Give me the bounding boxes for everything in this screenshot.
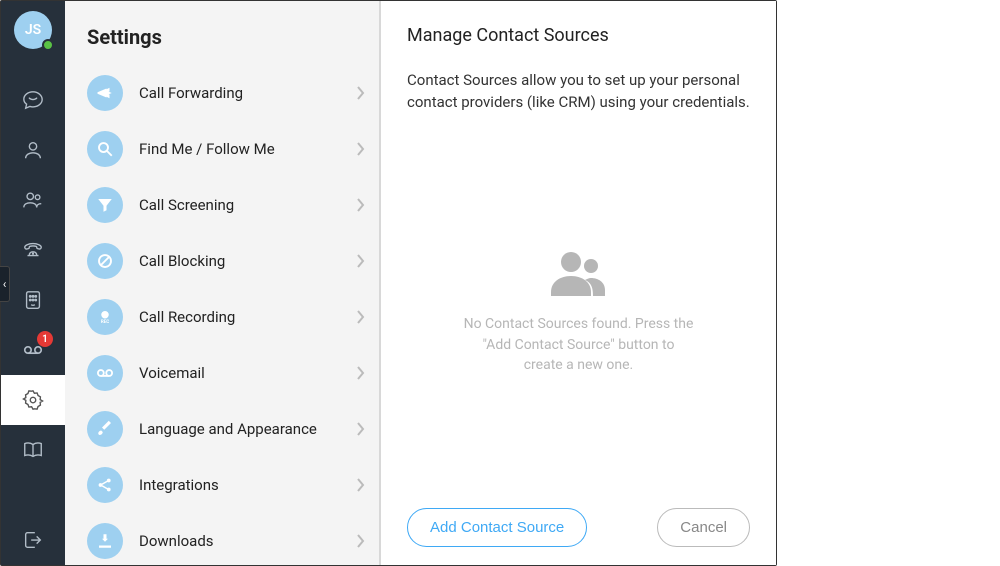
download-icon (87, 523, 123, 559)
book-icon (22, 439, 44, 461)
rail-item-settings[interactable] (1, 375, 65, 425)
settings-item-label: Find Me / Follow Me (139, 140, 357, 158)
settings-item-label: Call Recording (139, 308, 357, 326)
status-indicator (42, 39, 54, 51)
voicemail-circle-icon (87, 355, 123, 391)
people-icon (549, 250, 609, 296)
cancel-button[interactable]: Cancel (657, 508, 750, 547)
settings-item-label: Call Blocking (139, 252, 357, 270)
settings-item-integrations[interactable]: Integrations (65, 457, 379, 513)
settings-item-label: Call Screening (139, 196, 357, 214)
add-contact-source-button[interactable]: Add Contact Source (407, 508, 587, 547)
logout-icon (22, 529, 44, 551)
settings-item-call-forwarding[interactable]: Call Forwarding (65, 65, 379, 121)
rail-item-guide[interactable] (1, 425, 65, 475)
chat-bubble-icon (22, 89, 44, 111)
empty-text-line: No Contact Sources found. Press the (464, 314, 694, 334)
detail-description: Contact Sources allow you to set up your… (407, 70, 750, 114)
chevron-right-icon (357, 366, 365, 380)
chevron-right-icon (357, 142, 365, 156)
settings-item-label: Voicemail (139, 364, 357, 382)
chevron-right-icon (357, 198, 365, 212)
rail-item-chat[interactable] (1, 75, 65, 125)
person-icon (22, 139, 44, 161)
settings-title: Settings (65, 1, 379, 65)
chevron-right-icon (357, 478, 365, 492)
settings-item-label: Downloads (139, 532, 357, 550)
settings-item-label: Call Forwarding (139, 84, 357, 102)
settings-item-downloads[interactable]: Downloads (65, 513, 379, 565)
svg-text:REC: REC (101, 319, 109, 325)
empty-text-line: "Add Contact Source" button to (464, 335, 694, 355)
action-row: Add Contact Source Cancel (407, 492, 750, 547)
rail-item-contact[interactable] (1, 125, 65, 175)
rail-item-voicemail[interactable]: 1 (1, 325, 65, 375)
detail-title: Manage Contact Sources (407, 25, 750, 46)
settings-panel: Settings Call Forwarding Find Me / Follo… (65, 1, 381, 565)
record-icon: REC (87, 299, 123, 335)
rail-item-dialer[interactable] (1, 275, 65, 325)
filter-icon (87, 187, 123, 223)
app-rail: JS 1 ‹ (1, 1, 65, 565)
settings-item-recording[interactable]: REC Call Recording (65, 289, 379, 345)
chevron-right-icon (357, 86, 365, 100)
brush-icon (87, 411, 123, 447)
share-icon (87, 467, 123, 503)
empty-text-line: create a new one. (464, 355, 694, 375)
forward-icon (87, 75, 123, 111)
search-icon (87, 131, 123, 167)
settings-item-label: Integrations (139, 476, 357, 494)
phone-classic-icon (22, 239, 44, 261)
gear-icon (22, 389, 44, 411)
avatar[interactable]: JS (14, 11, 52, 49)
dialpad-phone-icon (22, 289, 44, 311)
rail-item-phone[interactable] (1, 225, 65, 275)
chevron-right-icon (357, 422, 365, 436)
settings-item-screening[interactable]: Call Screening (65, 177, 379, 233)
chevron-right-icon (357, 310, 365, 324)
settings-item-voicemail[interactable]: Voicemail (65, 345, 379, 401)
rail-item-contacts[interactable] (1, 175, 65, 225)
avatar-initials: JS (25, 22, 41, 38)
rail-item-logout[interactable] (1, 515, 65, 565)
rail-collapse-handle[interactable]: ‹ (0, 266, 10, 302)
detail-panel: Manage Contact Sources Contact Sources a… (381, 1, 776, 565)
settings-item-blocking[interactable]: Call Blocking (65, 233, 379, 289)
settings-item-label: Language and Appearance (139, 420, 357, 438)
block-icon (87, 243, 123, 279)
settings-item-find-me[interactable]: Find Me / Follow Me (65, 121, 379, 177)
voicemail-badge: 1 (37, 331, 53, 347)
chevron-right-icon (357, 254, 365, 268)
settings-item-language[interactable]: Language and Appearance (65, 401, 379, 457)
chevron-right-icon (357, 534, 365, 548)
empty-state: No Contact Sources found. Press the "Add… (407, 134, 750, 493)
people-icon (22, 189, 44, 211)
